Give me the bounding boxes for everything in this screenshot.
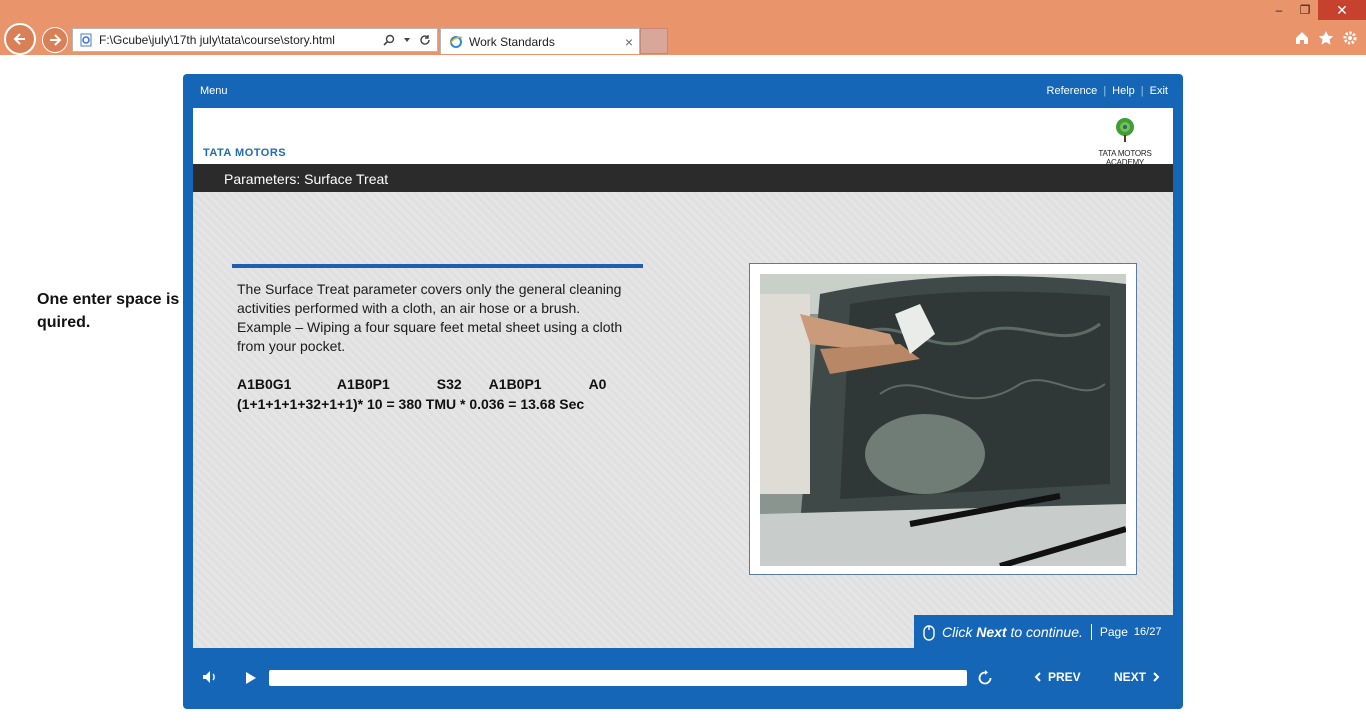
slide-title: Parameters: Surface Treat xyxy=(224,171,389,187)
new-tab-button[interactable] xyxy=(640,28,668,54)
formula-text: (1+1+1+1+32+1+1)* 10 = 380 TMU * 0.036 =… xyxy=(237,396,585,412)
code-token: S32 xyxy=(436,376,462,392)
continue-next-word: Next xyxy=(976,623,1007,640)
forward-arrow-icon xyxy=(50,34,62,46)
prev-label: PREV xyxy=(1048,670,1081,684)
code-token: A1B0G1 xyxy=(237,376,292,392)
code-token: A0 xyxy=(588,376,607,392)
close-window-button[interactable]: ✕ xyxy=(1318,0,1366,20)
reference-link[interactable]: Reference xyxy=(1047,85,1098,97)
page-label: Page xyxy=(1099,624,1128,639)
chevron-left-icon xyxy=(1034,672,1041,682)
prev-button[interactable]: PREV xyxy=(1034,670,1081,684)
course-player: Menu Reference | Help | Exit TATA MOTORS… xyxy=(183,74,1183,709)
continue-bar: Click Next to continue. Page 16/27 xyxy=(914,615,1173,648)
tata-motors-logo: TATA MOTORS xyxy=(203,147,287,159)
slide-header: TATA MOTORS TATA MOTORS ACADEMY xyxy=(193,108,1173,167)
continue-suffix: to continue. xyxy=(1010,623,1083,640)
address-bar[interactable]: F:\Gcube\july\17th july\tata\course\stor… xyxy=(72,28,438,52)
next-label: NEXT xyxy=(1114,670,1147,684)
academy-tree-icon xyxy=(1116,118,1134,142)
browser-titlebar: F:\Gcube\july\17th july\tata\course\stor… xyxy=(0,0,1366,55)
top-links: Reference | Help | Exit xyxy=(1047,85,1168,97)
accent-rule xyxy=(232,264,643,268)
browser-toolbar-icons xyxy=(1294,30,1358,46)
favorites-star-icon[interactable] xyxy=(1318,30,1334,46)
description-line: The Surface Treat parameter covers only … xyxy=(237,281,622,297)
tab-work-standards[interactable]: Work Standards × xyxy=(440,28,640,54)
code-token: A1B0P1 xyxy=(336,376,390,392)
link-separator: | xyxy=(1140,85,1144,97)
address-text[interactable]: F:\Gcube\july\17th july\tata\course\stor… xyxy=(99,33,383,47)
continue-prefix: Click xyxy=(942,623,973,640)
settings-gear-icon[interactable] xyxy=(1342,30,1358,46)
mouse-icon xyxy=(923,624,935,641)
minimize-button[interactable]: – xyxy=(1268,0,1290,20)
dropdown-icon[interactable] xyxy=(401,34,413,46)
photo-frame xyxy=(749,263,1137,575)
search-icon[interactable] xyxy=(383,34,395,46)
description-text: The Surface Treat parameter covers only … xyxy=(237,280,657,356)
ie-page-icon xyxy=(80,33,92,47)
seek-bar[interactable] xyxy=(269,670,967,686)
slide-area: TATA MOTORS TATA MOTORS ACADEMY Paramete… xyxy=(193,108,1173,648)
tab-close-icon[interactable]: × xyxy=(625,34,633,50)
replay-icon[interactable] xyxy=(976,669,994,687)
back-button[interactable] xyxy=(4,23,36,55)
chevron-right-icon xyxy=(1153,672,1160,682)
playback-controls: PREV NEXT xyxy=(183,664,1183,694)
menu-link[interactable]: Menu xyxy=(200,85,228,97)
exit-link[interactable]: Exit xyxy=(1150,85,1168,97)
back-arrow-icon xyxy=(13,33,25,45)
slide-title-bar: Parameters: Surface Treat xyxy=(193,164,1173,192)
code-token: A1B0P1 xyxy=(488,376,542,392)
continue-separator xyxy=(1090,623,1092,640)
volume-icon[interactable] xyxy=(202,670,218,684)
home-icon[interactable] xyxy=(1294,30,1310,46)
help-link[interactable]: Help xyxy=(1112,85,1135,97)
restore-button[interactable]: ❐ xyxy=(1294,0,1316,20)
play-icon[interactable] xyxy=(245,671,257,685)
code-sequence: A1B0G1 A1B0P1 S32 A1B0P1 A0 xyxy=(237,376,606,392)
forward-button[interactable] xyxy=(42,27,68,53)
description-line: activities performed with a cloth, an ai… xyxy=(237,300,581,316)
description-line: Example – Wiping a four square feet meta… xyxy=(237,319,623,335)
academy-logo: TATA MOTORS ACADEMY xyxy=(1087,116,1163,167)
next-button[interactable]: NEXT xyxy=(1114,670,1160,684)
refresh-icon[interactable] xyxy=(419,34,431,46)
description-line: from your pocket. xyxy=(237,338,346,354)
page-number: 16/27 xyxy=(1133,625,1162,638)
windshield-cleaning-photo xyxy=(760,274,1126,566)
continue-instruction: Click Next to continue. xyxy=(942,624,1083,640)
tab-title: Work Standards xyxy=(469,34,555,49)
link-separator: | xyxy=(1103,85,1107,97)
windshield-illustration xyxy=(760,274,1126,566)
ie-logo-icon xyxy=(449,35,463,48)
